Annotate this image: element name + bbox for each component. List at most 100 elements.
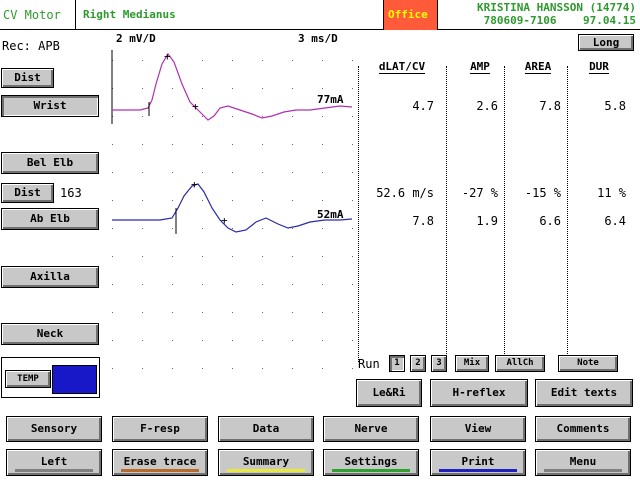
menu-button[interactable]: Menu bbox=[535, 449, 631, 476]
trough-marker-1: + bbox=[192, 100, 199, 113]
grid-dot bbox=[202, 172, 203, 173]
row1-dlat: 4.7 bbox=[412, 99, 434, 113]
grid-dot bbox=[172, 228, 173, 229]
grid-dot bbox=[292, 60, 293, 61]
grid-dot bbox=[172, 312, 173, 313]
dist-button-1[interactable]: Dist bbox=[1, 68, 54, 88]
run-3-button[interactable]: 3 bbox=[431, 355, 447, 372]
grid-dot bbox=[262, 340, 263, 341]
temp-button[interactable]: TEMP bbox=[5, 370, 51, 388]
f-resp-button[interactable]: F-resp bbox=[112, 416, 208, 442]
run-allch-button[interactable]: AllCh bbox=[495, 355, 545, 372]
view-button[interactable]: View bbox=[430, 416, 526, 442]
row2-dur: 11 % bbox=[597, 186, 626, 200]
row3-amp: 1.9 bbox=[476, 214, 498, 228]
grid-dot bbox=[262, 116, 263, 117]
grid-dot bbox=[232, 284, 233, 285]
grid-dot bbox=[112, 284, 113, 285]
grid-dot bbox=[112, 144, 113, 145]
data-button[interactable]: Data bbox=[218, 416, 314, 442]
nerve-button[interactable]: Nerve bbox=[323, 416, 419, 442]
row2-cv: 52.6 m/s bbox=[376, 186, 434, 200]
grid-dot bbox=[352, 340, 353, 341]
col-amp: AMP bbox=[470, 60, 490, 74]
trace-ab-elb bbox=[112, 183, 353, 233]
site-bel-elb-button[interactable]: Bel Elb bbox=[1, 152, 99, 174]
long-button[interactable]: Long bbox=[578, 34, 634, 51]
peak-marker-1: + bbox=[164, 50, 171, 63]
grid-dot bbox=[292, 284, 293, 285]
grid-dot bbox=[202, 200, 203, 201]
temp-display bbox=[52, 365, 97, 394]
grid-dot bbox=[202, 284, 203, 285]
print-button[interactable]: Print bbox=[430, 449, 526, 476]
grid-dot bbox=[172, 284, 173, 285]
dist-button-2[interactable]: Dist bbox=[1, 183, 54, 203]
le-ri-button[interactable]: Le&Ri bbox=[356, 379, 422, 407]
grid-dot bbox=[262, 368, 263, 369]
note-button[interactable]: Note bbox=[558, 355, 618, 372]
grid-dot bbox=[352, 228, 353, 229]
grid-dot bbox=[232, 312, 233, 313]
grid-dot bbox=[322, 88, 323, 89]
office-badge[interactable]: Office bbox=[383, 0, 438, 30]
table-divider-1 bbox=[358, 66, 359, 362]
site-neck-button[interactable]: Neck bbox=[1, 323, 99, 345]
grid-dot bbox=[142, 312, 143, 313]
run-mix-button[interactable]: Mix bbox=[455, 355, 489, 372]
settings-button[interactable]: Settings bbox=[323, 449, 419, 476]
site-axilla-button[interactable]: Axilla bbox=[1, 266, 99, 288]
grid-dot bbox=[292, 256, 293, 257]
left-button[interactable]: Left bbox=[6, 449, 102, 476]
comments-button[interactable]: Comments bbox=[535, 416, 631, 442]
sensory-button[interactable]: Sensory bbox=[6, 416, 102, 442]
patient-info: KRISTINA HANSSON (14774) 780609-7106 97.… bbox=[440, 1, 640, 27]
menu-underline bbox=[544, 469, 622, 472]
grid-dot bbox=[352, 312, 353, 313]
row2-area: -15 % bbox=[524, 186, 561, 200]
trace1-current: 77mA bbox=[317, 93, 344, 106]
grid-dot bbox=[262, 228, 263, 229]
grid-dot bbox=[292, 88, 293, 89]
grid-dot bbox=[262, 144, 263, 145]
grid-dot bbox=[352, 200, 353, 201]
grid-dot bbox=[172, 172, 173, 173]
run-2-button[interactable]: 2 bbox=[410, 355, 426, 372]
summary-button[interactable]: Summary bbox=[218, 449, 314, 476]
grid-dot bbox=[232, 88, 233, 89]
h-reflex-button[interactable]: H-reflex bbox=[430, 379, 528, 407]
grid-dot bbox=[202, 60, 203, 61]
grid-dot bbox=[292, 200, 293, 201]
run-1-button[interactable]: 1 bbox=[389, 355, 405, 372]
patient-name: KRISTINA HANSSON (14774) bbox=[477, 1, 636, 14]
grid-dot bbox=[142, 88, 143, 89]
grid-dot bbox=[292, 172, 293, 173]
grid-dot bbox=[262, 88, 263, 89]
grid-dot bbox=[322, 228, 323, 229]
grid-dot bbox=[142, 116, 143, 117]
distance-value: 163 bbox=[60, 186, 82, 200]
erase-trace-button[interactable]: Erase trace bbox=[112, 449, 208, 476]
grid-dot bbox=[172, 340, 173, 341]
site-ab-elb-button[interactable]: Ab Elb bbox=[1, 208, 99, 230]
app-title: CV Motor bbox=[0, 0, 76, 30]
grid-dot bbox=[322, 368, 323, 369]
grid-dot bbox=[112, 256, 113, 257]
grid-dot bbox=[172, 88, 173, 89]
grid-dot bbox=[142, 60, 143, 61]
grid-dot bbox=[232, 368, 233, 369]
trough-marker-2: + bbox=[221, 214, 228, 227]
settings-underline bbox=[332, 469, 410, 472]
erase-trace-underline bbox=[121, 469, 199, 472]
grid-dot bbox=[292, 368, 293, 369]
run-label: Run bbox=[358, 357, 380, 371]
grid-dot bbox=[172, 368, 173, 369]
edit-texts-button[interactable]: Edit texts bbox=[535, 379, 633, 407]
grid-dot bbox=[352, 60, 353, 61]
grid-dot bbox=[142, 340, 143, 341]
table-divider-4 bbox=[567, 66, 568, 362]
site-wrist-button[interactable]: Wrist bbox=[1, 95, 99, 117]
grid-dot bbox=[322, 172, 323, 173]
row1-dur: 5.8 bbox=[604, 99, 626, 113]
nerve-title: Right Medianus bbox=[83, 8, 176, 21]
